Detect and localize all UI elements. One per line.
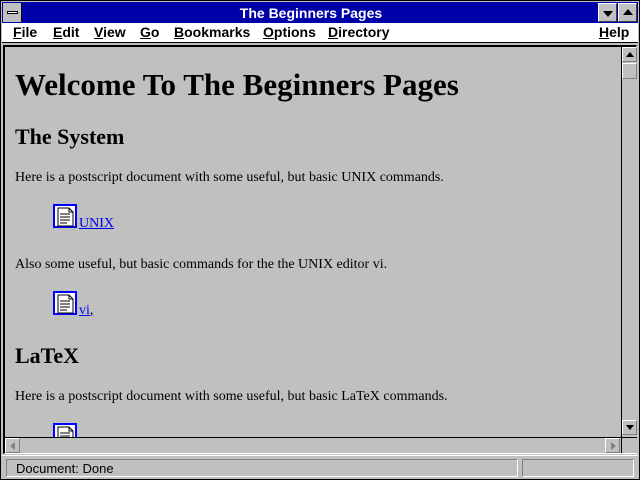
progress-indicator: [522, 459, 634, 477]
scrollbar-corner: [621, 437, 637, 453]
arrow-left-icon: [10, 442, 15, 450]
maximize-button[interactable]: [618, 3, 637, 22]
page-title: Welcome To The Beginners Pages: [15, 67, 459, 102]
arrow-right-icon: [611, 442, 616, 450]
window-title: The Beginners Pages: [239, 5, 383, 21]
scroll-down-button[interactable]: [622, 420, 637, 435]
status-bar: Document: Done: [2, 455, 638, 479]
arrow-down-icon: [626, 425, 634, 430]
scroll-right-button[interactable]: [605, 438, 620, 453]
scroll-left-button[interactable]: [5, 438, 20, 453]
document-icon[interactable]: [53, 204, 77, 228]
menu-file[interactable]: File: [13, 24, 37, 40]
arrow-up-icon: [626, 52, 634, 57]
minimize-button[interactable]: [598, 3, 617, 22]
horizontal-scrollbar[interactable]: [5, 437, 621, 453]
menu-go[interactable]: Go: [140, 24, 159, 40]
vertical-scrollbar[interactable]: [621, 47, 637, 437]
menu-help[interactable]: Help: [599, 24, 629, 40]
unix-description: Here is a postscript document with some …: [15, 170, 444, 185]
menu-bookmarks[interactable]: Bookmarks: [174, 24, 250, 40]
vi-description: Also some useful, but basic commands for…: [15, 257, 388, 272]
menu-edit[interactable]: Edit: [53, 24, 79, 40]
vi-link-suffix: ,: [89, 303, 94, 318]
status-text: Document: Done: [16, 461, 114, 476]
scroll-up-button[interactable]: [622, 47, 637, 62]
unix-link[interactable]: UNIX: [79, 216, 114, 232]
window-menu-icon[interactable]: [3, 3, 22, 22]
vertical-scroll-thumb[interactable]: [622, 63, 637, 79]
document-icon[interactable]: [53, 291, 77, 315]
browser-window: The Beginners Pages File Edit View Go Bo…: [0, 0, 640, 480]
latex-description: Here is a postscript document with some …: [15, 389, 448, 404]
menu-bar: File Edit View Go Bookmarks Options Dire…: [2, 23, 638, 43]
section-heading-latex: LaTeX: [15, 343, 79, 368]
menu-view[interactable]: View: [94, 24, 126, 40]
page-content: Welcome To The Beginners Pages The Syste…: [5, 47, 619, 437]
minimize-arrow-icon: [603, 11, 613, 17]
section-heading-system: The System: [15, 124, 125, 149]
menu-options[interactable]: Options: [263, 24, 316, 40]
vi-link[interactable]: vi,: [79, 303, 93, 319]
document-icon[interactable]: [53, 423, 77, 437]
title-bar[interactable]: The Beginners Pages: [2, 2, 638, 23]
maximize-arrow-icon: [623, 9, 633, 15]
menu-directory[interactable]: Directory: [328, 24, 389, 40]
status-field: Document: Done: [6, 459, 518, 477]
